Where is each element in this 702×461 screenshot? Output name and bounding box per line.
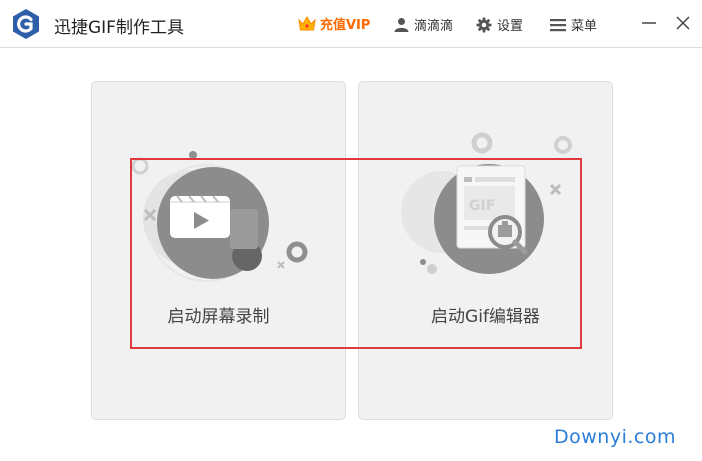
settings-label: 设置 (497, 19, 524, 34)
user-icon (394, 18, 409, 32)
recharge-vip-button[interactable]: 充值VIP (298, 14, 370, 33)
video-record-icon (131, 151, 308, 282)
app-logo-icon (13, 9, 39, 39)
start-gif-editor-card[interactable]: GIF 启动Gif编辑器 (358, 81, 613, 420)
hamburger-menu-icon (550, 18, 566, 31)
username-label: 滴滴滴 (414, 19, 454, 34)
watermark: Downyi.com (554, 426, 676, 448)
menu-button[interactable]: 菜单 (550, 15, 597, 34)
crown-icon (298, 15, 316, 30)
card-label-gif-editor: 启动Gif编辑器 (431, 307, 540, 327)
title-bar: 迅捷GIF制作工具 充值VIP 滴滴滴 设置 菜单 (0, 0, 702, 48)
gear-icon (476, 17, 492, 32)
app-title: 迅捷GIF制作工具 (54, 18, 184, 38)
close-icon[interactable] (672, 12, 694, 34)
card-label-screen-recording: 启动屏幕录制 (167, 307, 270, 327)
vip-label: 充值VIP (320, 18, 371, 33)
settings-button[interactable]: 设置 (476, 15, 523, 34)
menu-label: 菜单 (571, 19, 598, 34)
svg-text:GIF: GIF (469, 198, 495, 214)
start-screen-recording-card[interactable]: 启动屏幕录制 (91, 81, 346, 420)
user-account-button[interactable]: 滴滴滴 (394, 15, 453, 34)
minimize-icon[interactable] (638, 12, 660, 34)
gif-editor-icon: GIF (401, 132, 572, 274)
